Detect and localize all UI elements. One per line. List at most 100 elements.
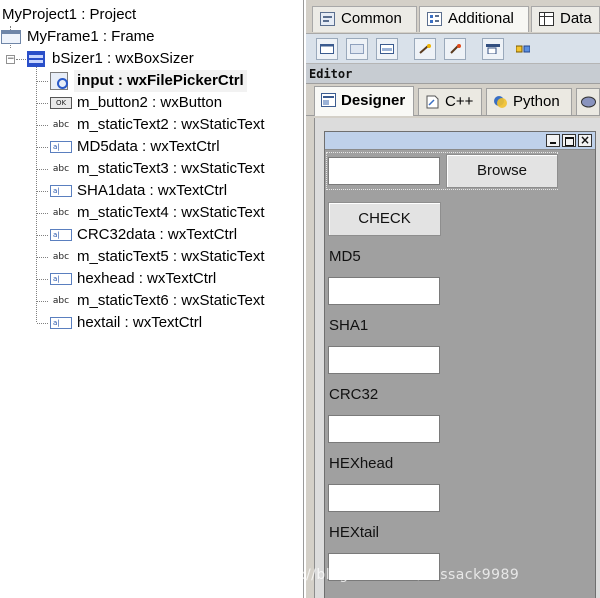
tree-connector — [37, 147, 48, 148]
tree-connector — [37, 103, 48, 104]
hextail-label: HEXtail — [329, 524, 380, 541]
designer-tab-icon — [321, 93, 336, 107]
palette-toolbar — [306, 34, 600, 64]
editor-tabbar: Designer C++ Python — [306, 84, 600, 116]
tab-designer[interactable]: Designer — [314, 86, 414, 116]
collapse-toggle-icon[interactable]: − — [6, 55, 15, 64]
minimize-icon[interactable] — [546, 134, 560, 147]
tree-connector — [37, 323, 48, 324]
file-picker-icon — [50, 72, 68, 90]
dialog-tool-button[interactable] — [376, 38, 398, 60]
editor-pane-title: Editor — [306, 64, 600, 84]
tree-connector — [37, 125, 48, 126]
watermark-text: http://blog.csdn.net/cossack9989 — [270, 567, 520, 583]
tab-data[interactable]: Data — [531, 6, 600, 32]
tree-node-label: m_staticText3 : wxStaticText — [77, 160, 265, 177]
static-text-icon: abc — [52, 208, 70, 218]
md5-label: MD5 — [329, 248, 361, 265]
tree-connector — [37, 235, 48, 236]
tree-node-label: m_staticText4 : wxStaticText — [77, 204, 265, 221]
design-canvas[interactable]: × Browse CHECK MD5 SHA1 CRC32 HEXhead HE… — [314, 118, 600, 598]
crc32-label: CRC32 — [329, 386, 379, 403]
wand-tool-button[interactable] — [414, 38, 436, 60]
tab-label: Designer — [341, 92, 406, 109]
wand-tool-icon — [419, 44, 431, 54]
static-text-icon: abc — [52, 296, 70, 306]
frame-tool-icon — [320, 44, 334, 54]
tree-connector — [37, 169, 48, 170]
file-path-input[interactable] — [328, 157, 440, 185]
box-sizer-icon — [27, 51, 45, 67]
tree-node-label: m_staticText6 : wxStaticText — [77, 292, 265, 309]
additional-tab-icon — [427, 12, 442, 26]
static-text-icon: abc — [52, 120, 70, 130]
tab-label: Python — [513, 93, 560, 110]
static-text-icon: abc — [52, 252, 70, 262]
tree-node-label: CRC32data : wxTextCtrl — [77, 226, 238, 243]
tree-node-label: MyFrame1 : Frame — [27, 28, 155, 45]
tree-node-label: MD5data : wxTextCtrl — [77, 138, 220, 155]
tree-node-label: input : wxFilePickerCtrl — [74, 70, 247, 92]
python-tab-icon — [494, 96, 507, 108]
tree-connector — [37, 191, 48, 192]
tree-node-label: m_button2 : wxButton — [77, 94, 223, 111]
wand-alt-tool-icon — [450, 44, 461, 54]
text-ctrl-icon: a| — [50, 229, 72, 241]
tree-connector — [37, 213, 48, 214]
form-caption-bar: × — [325, 132, 595, 150]
button-icon: OK — [50, 97, 72, 109]
data-tab-icon — [539, 12, 554, 26]
tree-connector — [37, 81, 48, 82]
tree-connector — [16, 59, 26, 60]
palette-tabbar: Common Additional Data — [306, 0, 600, 34]
tree-node-label: hextail : wxTextCtrl — [77, 314, 203, 331]
tree-connector — [37, 279, 48, 280]
panel-tool-icon — [350, 44, 364, 54]
frame-icon — [1, 30, 21, 44]
cpp-tab-icon — [426, 95, 439, 109]
frame-tool-button[interactable] — [316, 38, 338, 60]
close-icon[interactable]: × — [578, 134, 592, 147]
designer-panel: Common Additional Data Editor Designer C… — [306, 0, 600, 598]
tab-php[interactable] — [576, 88, 600, 115]
menubar-tool-icon — [486, 44, 500, 54]
tab-label: Common — [341, 10, 402, 27]
tree-node-label: hexhead : wxTextCtrl — [77, 270, 217, 287]
form-preview[interactable]: × Browse CHECK MD5 SHA1 CRC32 HEXhead HE… — [324, 131, 596, 598]
tab-label: C++ — [445, 93, 474, 110]
common-tab-icon — [320, 12, 335, 26]
menubar-tool-button[interactable] — [482, 38, 504, 60]
php-tab-icon — [581, 96, 596, 108]
toolbar-tool-button[interactable] — [512, 38, 534, 60]
text-ctrl-icon: a| — [50, 185, 72, 197]
text-ctrl-icon: a| — [50, 273, 72, 285]
dialog-tool-icon — [380, 44, 394, 54]
tab-cpp[interactable]: C++ — [418, 88, 482, 115]
tab-common[interactable]: Common — [312, 6, 417, 32]
browse-button[interactable]: Browse — [446, 154, 558, 188]
panel-tool-button[interactable] — [346, 38, 368, 60]
tab-label: Data — [560, 10, 592, 27]
tab-label: Additional — [448, 10, 514, 27]
crc32-field[interactable] — [328, 415, 440, 443]
tree-connector — [37, 301, 48, 302]
md5-field[interactable] — [328, 277, 440, 305]
tab-additional[interactable]: Additional — [419, 6, 529, 32]
hexhead-field[interactable] — [328, 484, 440, 512]
sha1-label: SHA1 — [329, 317, 369, 334]
object-tree[interactable]: MyProject1 : Project MyFrame1 : Frame − … — [0, 0, 304, 598]
tree-node-label: m_staticText5 : wxStaticText — [77, 248, 265, 265]
maximize-icon[interactable] — [562, 134, 576, 147]
sha1-field[interactable] — [328, 346, 440, 374]
check-button[interactable]: CHECK — [328, 202, 441, 236]
tree-connector — [37, 257, 48, 258]
toolbar-tool-icon — [516, 45, 530, 53]
tree-node-label: MyProject1 : Project — [2, 6, 137, 23]
tree-node-label: SHA1data : wxTextCtrl — [77, 182, 228, 199]
tree-node-label: m_staticText2 : wxStaticText — [77, 116, 265, 133]
wand-alt-tool-button[interactable] — [444, 38, 466, 60]
tab-python[interactable]: Python — [486, 88, 572, 115]
hexhead-label: HEXhead — [329, 455, 394, 472]
static-text-icon: abc — [52, 164, 70, 174]
text-ctrl-icon: a| — [50, 141, 72, 153]
